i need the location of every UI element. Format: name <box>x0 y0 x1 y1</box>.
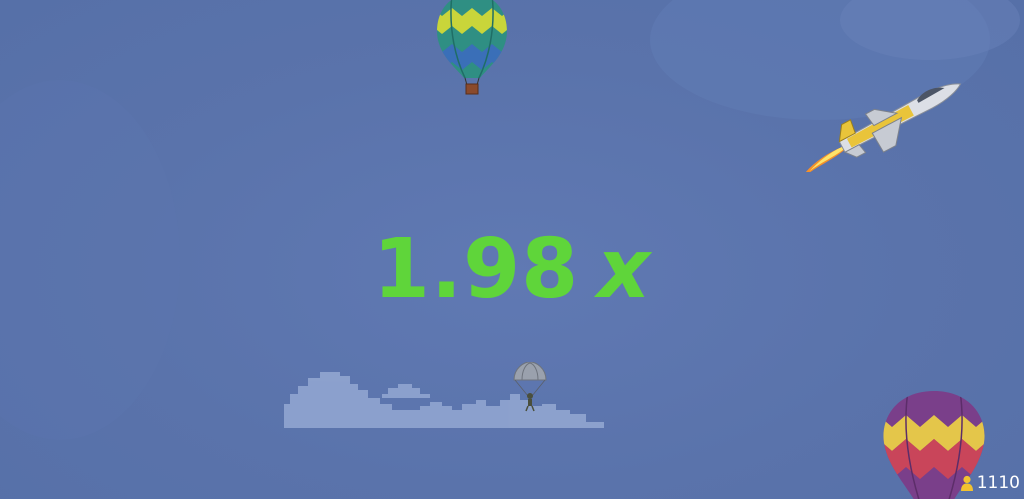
jet-plane <box>796 83 962 172</box>
multiplier-value: 1.98 <box>372 222 580 317</box>
player-count-value: 1110 <box>976 473 1020 493</box>
multiplier-display: 1.98 x <box>0 222 1024 318</box>
person-icon <box>960 475 973 491</box>
game-canvas: 1.98 x 1110 <box>0 0 1024 499</box>
multiplier-suffix: x <box>597 222 652 317</box>
hot-air-balloon-top <box>437 0 507 95</box>
pixel-cloud <box>284 372 604 428</box>
player-count: 1110 <box>960 473 1020 493</box>
parachutist <box>513 362 547 412</box>
